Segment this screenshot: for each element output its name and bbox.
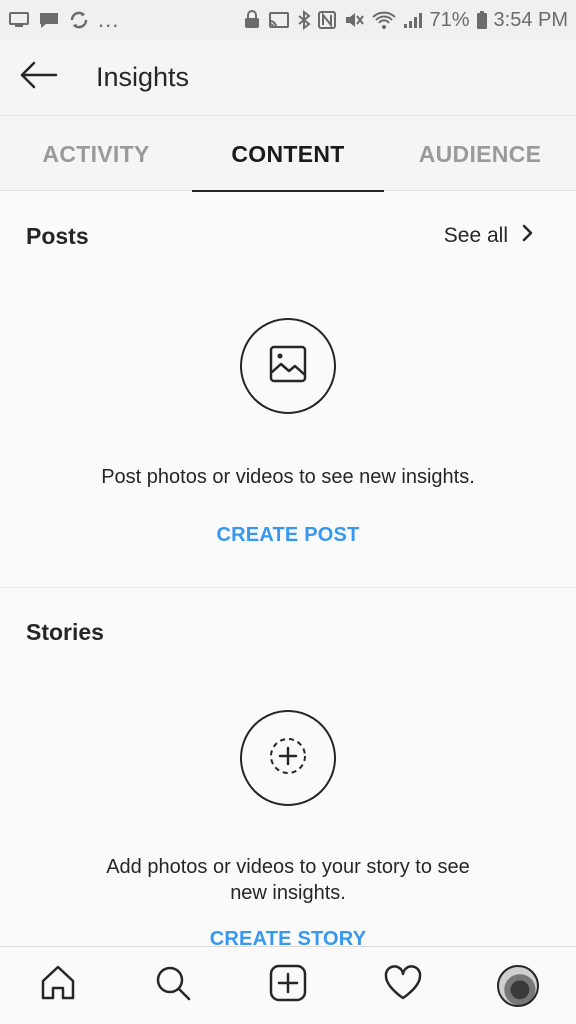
insights-header: Insights <box>0 40 576 116</box>
photo-placeholder-circle <box>240 318 336 414</box>
clock: 3:54 PM <box>493 8 568 31</box>
posts-section: Posts See all Post photos or videos to s… <box>0 192 576 588</box>
signal-icon <box>403 10 423 30</box>
stories-empty-line-2: new insights. <box>230 882 346 904</box>
see-all-posts-link[interactable]: See all <box>444 223 534 249</box>
tab-content[interactable]: CONTENT <box>192 117 384 192</box>
nfc-icon <box>317 10 337 30</box>
posts-header: Posts See all <box>0 192 576 280</box>
message-notification-icon <box>38 10 60 30</box>
stories-empty-line-1: Add photos or videos to your story to se… <box>106 856 470 878</box>
vibrate-mute-icon <box>343 10 365 30</box>
screen-cast-notification-icon <box>8 10 30 30</box>
profile-avatar <box>497 964 540 1007</box>
wifi-icon <box>371 10 397 30</box>
stories-title: Stories <box>26 618 104 645</box>
bluetooth-icon <box>297 10 312 30</box>
new-post-icon <box>268 963 308 1008</box>
stories-section: Stories Add photos or videos to your sto… <box>0 588 576 947</box>
posts-title: Posts <box>26 222 89 249</box>
status-left: ... <box>8 9 119 31</box>
nav-search[interactable] <box>115 947 230 1024</box>
battery-percent: 71% <box>429 8 470 31</box>
lock-notification-icon <box>243 10 261 30</box>
see-all-label: See all <box>443 224 508 247</box>
stories-empty-message: Add photos or videos to your story to se… <box>0 854 576 906</box>
home-icon <box>38 963 78 1008</box>
insights-content: Posts See all Post photos or videos to s… <box>0 192 576 946</box>
sync-notification-icon <box>68 10 90 30</box>
chevron-right-icon <box>522 223 534 249</box>
nav-profile[interactable] <box>461 947 576 1024</box>
tab-activity[interactable]: ACTIVITY <box>0 117 192 191</box>
posts-empty-message: Post photos or videos to see new insight… <box>101 466 475 488</box>
posts-empty-state <box>0 318 576 414</box>
create-story-button[interactable]: CREATE STORY <box>0 928 576 946</box>
bottom-navigation <box>0 946 576 1024</box>
status-right: 71% 3:54 PM <box>243 9 568 32</box>
back-arrow-icon <box>18 60 58 95</box>
search-icon <box>153 963 193 1008</box>
battery-icon <box>476 10 488 30</box>
more-notifications-indicator: ... <box>98 7 120 32</box>
status-bar: ... 71% 3:54 PM <box>0 0 576 40</box>
heart-icon <box>382 963 424 1008</box>
create-post-button[interactable]: CREATE POST <box>0 524 576 547</box>
nav-activity[interactable] <box>346 947 461 1024</box>
story-placeholder-circle <box>240 710 336 806</box>
photo-icon <box>269 345 307 388</box>
add-story-icon <box>267 735 309 782</box>
stories-header: Stories <box>0 588 576 676</box>
nav-new-post[interactable] <box>230 947 345 1024</box>
stories-empty-state <box>0 710 576 806</box>
nav-home[interactable] <box>0 947 115 1024</box>
cast-icon <box>267 10 291 30</box>
tab-audience[interactable]: AUDIENCE <box>384 117 576 191</box>
insights-tabs: ACTIVITY CONTENT AUDIENCE <box>0 117 576 192</box>
back-button[interactable] <box>0 40 76 116</box>
page-title: Insights <box>96 62 190 92</box>
